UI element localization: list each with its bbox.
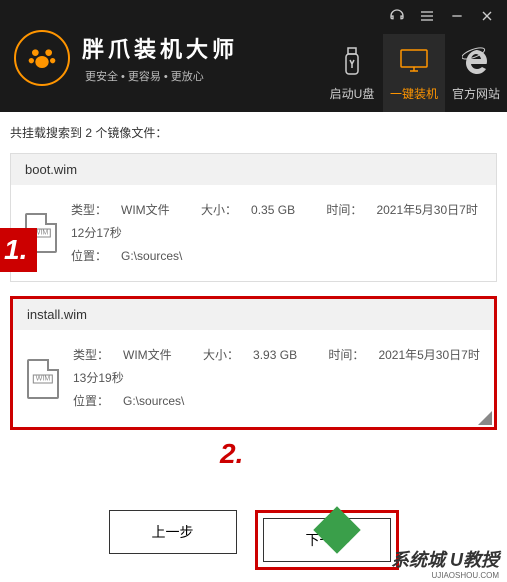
file-name: install.wim <box>13 299 494 330</box>
file-icon: WIM <box>27 359 59 399</box>
file-info: 类型：WIM文件 大小：0.35 GB 时间：2021年5月30日7时12分17… <box>71 199 482 267</box>
brand: 胖爪装机大师 更安全•更容易•更放心 <box>14 30 238 86</box>
selected-corner-icon <box>478 411 492 425</box>
usb-icon <box>340 45 364 77</box>
toolbar-usb[interactable]: 启动U盘 <box>321 34 383 112</box>
logo-icon <box>14 30 70 86</box>
headset-icon[interactable] <box>389 8 405 29</box>
brand-title: 胖爪装机大师 <box>82 32 238 64</box>
toolbar-site-label: 官方网站 <box>452 85 500 102</box>
toolbar-install[interactable]: 一键装机 <box>383 34 445 112</box>
brand-subtitle: 更安全•更容易•更放心 <box>82 68 238 84</box>
file-card-selected[interactable]: install.wim WIM 类型：WIM文件 大小：3.93 GB 时间：2… <box>10 296 497 429</box>
file-name: boot.wim <box>11 154 496 185</box>
app-header: 胖爪装机大师 更安全•更容易•更放心 启动U盘 一键装机 官方网站 <box>0 0 507 112</box>
titlebar <box>389 8 495 29</box>
file-card[interactable]: boot.wim WIM 类型：WIM文件 大小：0.35 GB 时间：2021… <box>10 153 497 282</box>
prev-button[interactable]: 上一步 <box>109 510 237 554</box>
content: 共挂载搜索到 2 个镜像文件： boot.wim WIM 类型：WIM文件 大小… <box>0 112 507 582</box>
annotation-marker-2: 2. <box>220 438 243 470</box>
monitor-icon <box>399 45 429 77</box>
file-info: 类型：WIM文件 大小：3.93 GB 时间：2021年5月30日7时13分19… <box>73 344 480 412</box>
next-button[interactable]: 下一步 <box>263 518 391 562</box>
ie-icon <box>462 45 490 77</box>
button-row: 上一步 下一步 <box>10 510 497 570</box>
minimize-icon[interactable] <box>449 8 465 29</box>
close-icon[interactable] <box>479 8 495 29</box>
toolbar-usb-label: 启动U盘 <box>330 85 375 102</box>
toolbar: 启动U盘 一键装机 官方网站 <box>321 34 507 112</box>
menu-icon[interactable] <box>419 8 435 29</box>
toolbar-site[interactable]: 官方网站 <box>445 34 507 112</box>
next-button-highlight: 下一步 <box>255 510 399 570</box>
annotation-marker-1: 1. <box>0 228 37 272</box>
toolbar-install-label: 一键装机 <box>390 85 438 102</box>
summary-text: 共挂载搜索到 2 个镜像文件： <box>10 124 497 141</box>
